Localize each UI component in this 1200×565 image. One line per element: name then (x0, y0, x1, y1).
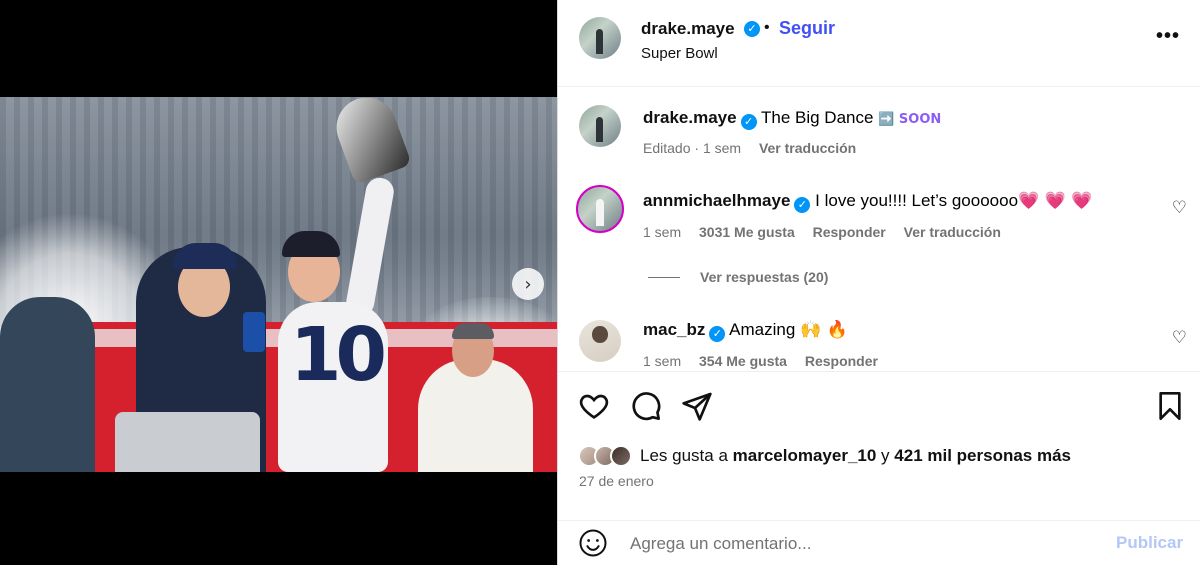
post-photo[interactable]: 10 (0, 97, 557, 472)
more-options-icon[interactable]: ••• (1156, 25, 1180, 48)
see-translation-link[interactable]: Ver traducción (904, 224, 1001, 240)
verified-badge-icon: ✓ (794, 197, 811, 213)
comment-icon[interactable] (630, 390, 662, 422)
comment-meta: 1 sem 3031 Me gusta Responder Ver traduc… (643, 224, 1001, 240)
liked-by-and: y (881, 446, 890, 465)
comment-username[interactable]: annmichaelhmaye (643, 191, 790, 210)
publish-button[interactable]: Publicar (1116, 533, 1183, 553)
bookmark-icon[interactable] (1154, 390, 1186, 422)
comment-text: I love you!!!! Let’s goooooo (815, 191, 1019, 210)
heart-emoji-icon: 💗 💗 💗 (1018, 191, 1093, 211)
view-replies-button[interactable]: Ver respuestas (20) (648, 269, 828, 285)
add-comment-bar: Publicar (558, 520, 1200, 565)
podium (115, 412, 260, 472)
comment-time[interactable]: 1 sem (643, 353, 681, 369)
caption-meta: Editado · 1 sem Ver traducción (643, 140, 857, 156)
avatar[interactable] (610, 445, 632, 467)
caption-line: drake.maye ✓ The Big Dance ➡️ SOON (643, 108, 941, 130)
action-bar: Les gusta a marcelomayer_10 y 421 mil pe… (558, 371, 1200, 521)
instagram-post-dialog: 10 › drake.maye ✓ • Seguir Super Bowl ••… (0, 0, 1200, 565)
view-replies-label: Ver respuestas (20) (700, 269, 829, 285)
comment-line: annmichaelhmaye ✓ I love you!!!! Let’s go… (643, 191, 1092, 213)
caption-text: The Big Dance (761, 108, 874, 127)
comment-meta: 1 sem 354 Me gusta Responder (643, 353, 878, 369)
emoji-smile-icon[interactable] (578, 528, 608, 558)
avatar[interactable] (579, 320, 621, 362)
caption-username[interactable]: drake.maye (643, 108, 737, 127)
comment-likes[interactable]: 354 Me gusta (699, 353, 787, 369)
share-icon[interactable] (681, 390, 713, 422)
comment-input[interactable] (630, 529, 1110, 559)
like-comment-heart-icon[interactable]: ♡ (1172, 328, 1187, 348)
reply-button[interactable]: Responder (813, 224, 886, 240)
post-location[interactable]: Super Bowl (641, 45, 718, 62)
comment-time[interactable]: 1 sem (643, 224, 681, 240)
post-header: drake.maye ✓ • Seguir Super Bowl ••• (558, 0, 1200, 87)
separator-dot: • (764, 19, 770, 36)
clapping-man-hair (452, 323, 494, 339)
header-username[interactable]: drake.maye (641, 19, 735, 39)
liked-by-prefix: Les gusta a (640, 446, 728, 465)
verified-badge-icon: ✓ (744, 21, 760, 37)
comment-username[interactable]: mac_bz (643, 320, 705, 339)
like-comment-heart-icon[interactable]: ♡ (1172, 198, 1187, 218)
person-far-left (0, 297, 95, 472)
post-date[interactable]: 27 de enero (579, 473, 654, 489)
verified-badge-icon: ✓ (709, 326, 726, 342)
liked-by-row: Les gusta a marcelomayer_10 y 421 mil pe… (578, 442, 1071, 470)
comments-list[interactable]: drake.maye ✓ The Big Dance ➡️ SOON Editad… (558, 88, 1200, 371)
replies-divider (648, 277, 680, 278)
media-pane: 10 › (0, 0, 557, 565)
avatar[interactable] (579, 105, 621, 147)
jersey-number: 10 (290, 312, 387, 398)
liked-by-text: Les gusta a marcelomayer_10 y 421 mil pe… (640, 446, 1071, 466)
avatar[interactable] (579, 17, 621, 59)
edited-label: Editado (643, 140, 691, 156)
post-side-panel: drake.maye ✓ • Seguir Super Bowl ••• dra… (557, 0, 1200, 565)
follow-button[interactable]: Seguir (779, 18, 835, 39)
comment-likes[interactable]: 3031 Me gusta (699, 224, 795, 240)
microphone (243, 312, 265, 352)
comment-line: mac_bz ✓ Amazing 🙌 🔥 (643, 320, 848, 342)
heart-icon[interactable] (578, 390, 610, 422)
soon-arrow-icon: ➡️ SOON (878, 112, 942, 127)
avatar[interactable] (576, 185, 624, 233)
liked-by-user-link[interactable]: marcelomayer_10 (733, 446, 877, 465)
likes-count-link[interactable]: 421 mil personas más (894, 446, 1071, 465)
verified-badge-icon: ✓ (740, 114, 757, 130)
see-translation-link[interactable]: Ver traducción (759, 140, 856, 156)
clap-fire-emoji-icon: 🙌 🔥 (800, 320, 848, 340)
reply-button[interactable]: Responder (805, 353, 878, 369)
interviewer-cap (173, 243, 237, 269)
caption-time[interactable]: 1 sem (703, 140, 741, 156)
chevron-right-icon[interactable]: › (512, 268, 544, 300)
comment-text: Amazing (729, 320, 796, 339)
